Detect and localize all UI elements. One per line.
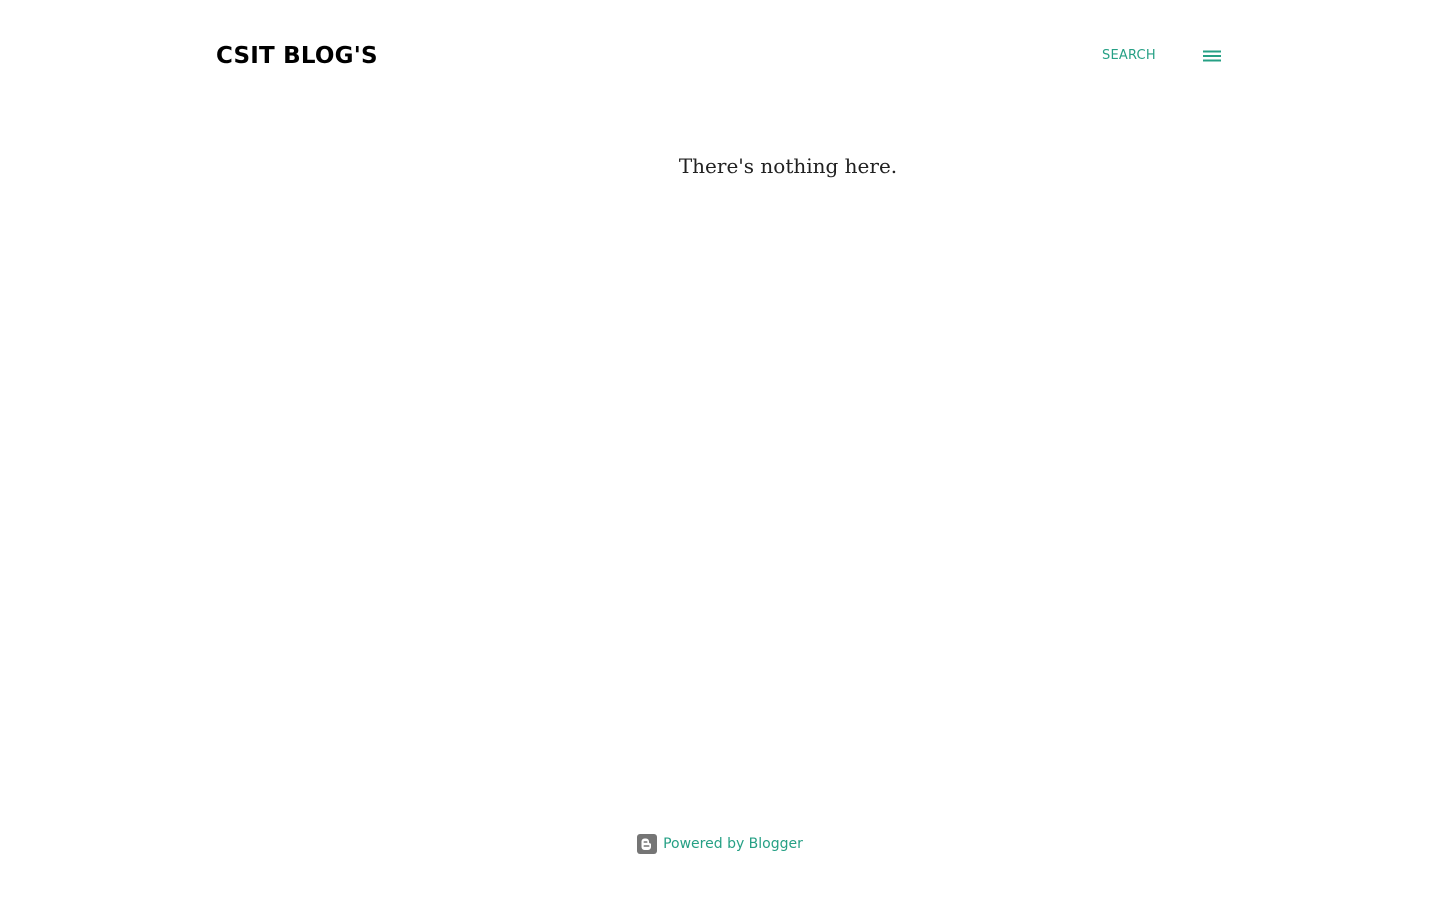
- search-button[interactable]: Search: [1102, 45, 1156, 67]
- blogger-logo-icon: [637, 834, 658, 854]
- powered-by-blogger-link[interactable]: Powered by Blogger: [637, 834, 803, 854]
- empty-state-message: There's nothing here.: [678, 154, 898, 178]
- menu-button[interactable]: [1198, 42, 1226, 70]
- powered-by-label: Powered by Blogger: [663, 836, 803, 852]
- blog-title-link[interactable]: CSIT BLOG'S: [216, 38, 378, 74]
- main-content: [0, 112, 1440, 792]
- hamburger-menu-icon: [1203, 50, 1221, 62]
- site-footer: Powered by Blogger: [0, 830, 1440, 858]
- site-header: CSIT BLOG'S Search: [0, 0, 1440, 112]
